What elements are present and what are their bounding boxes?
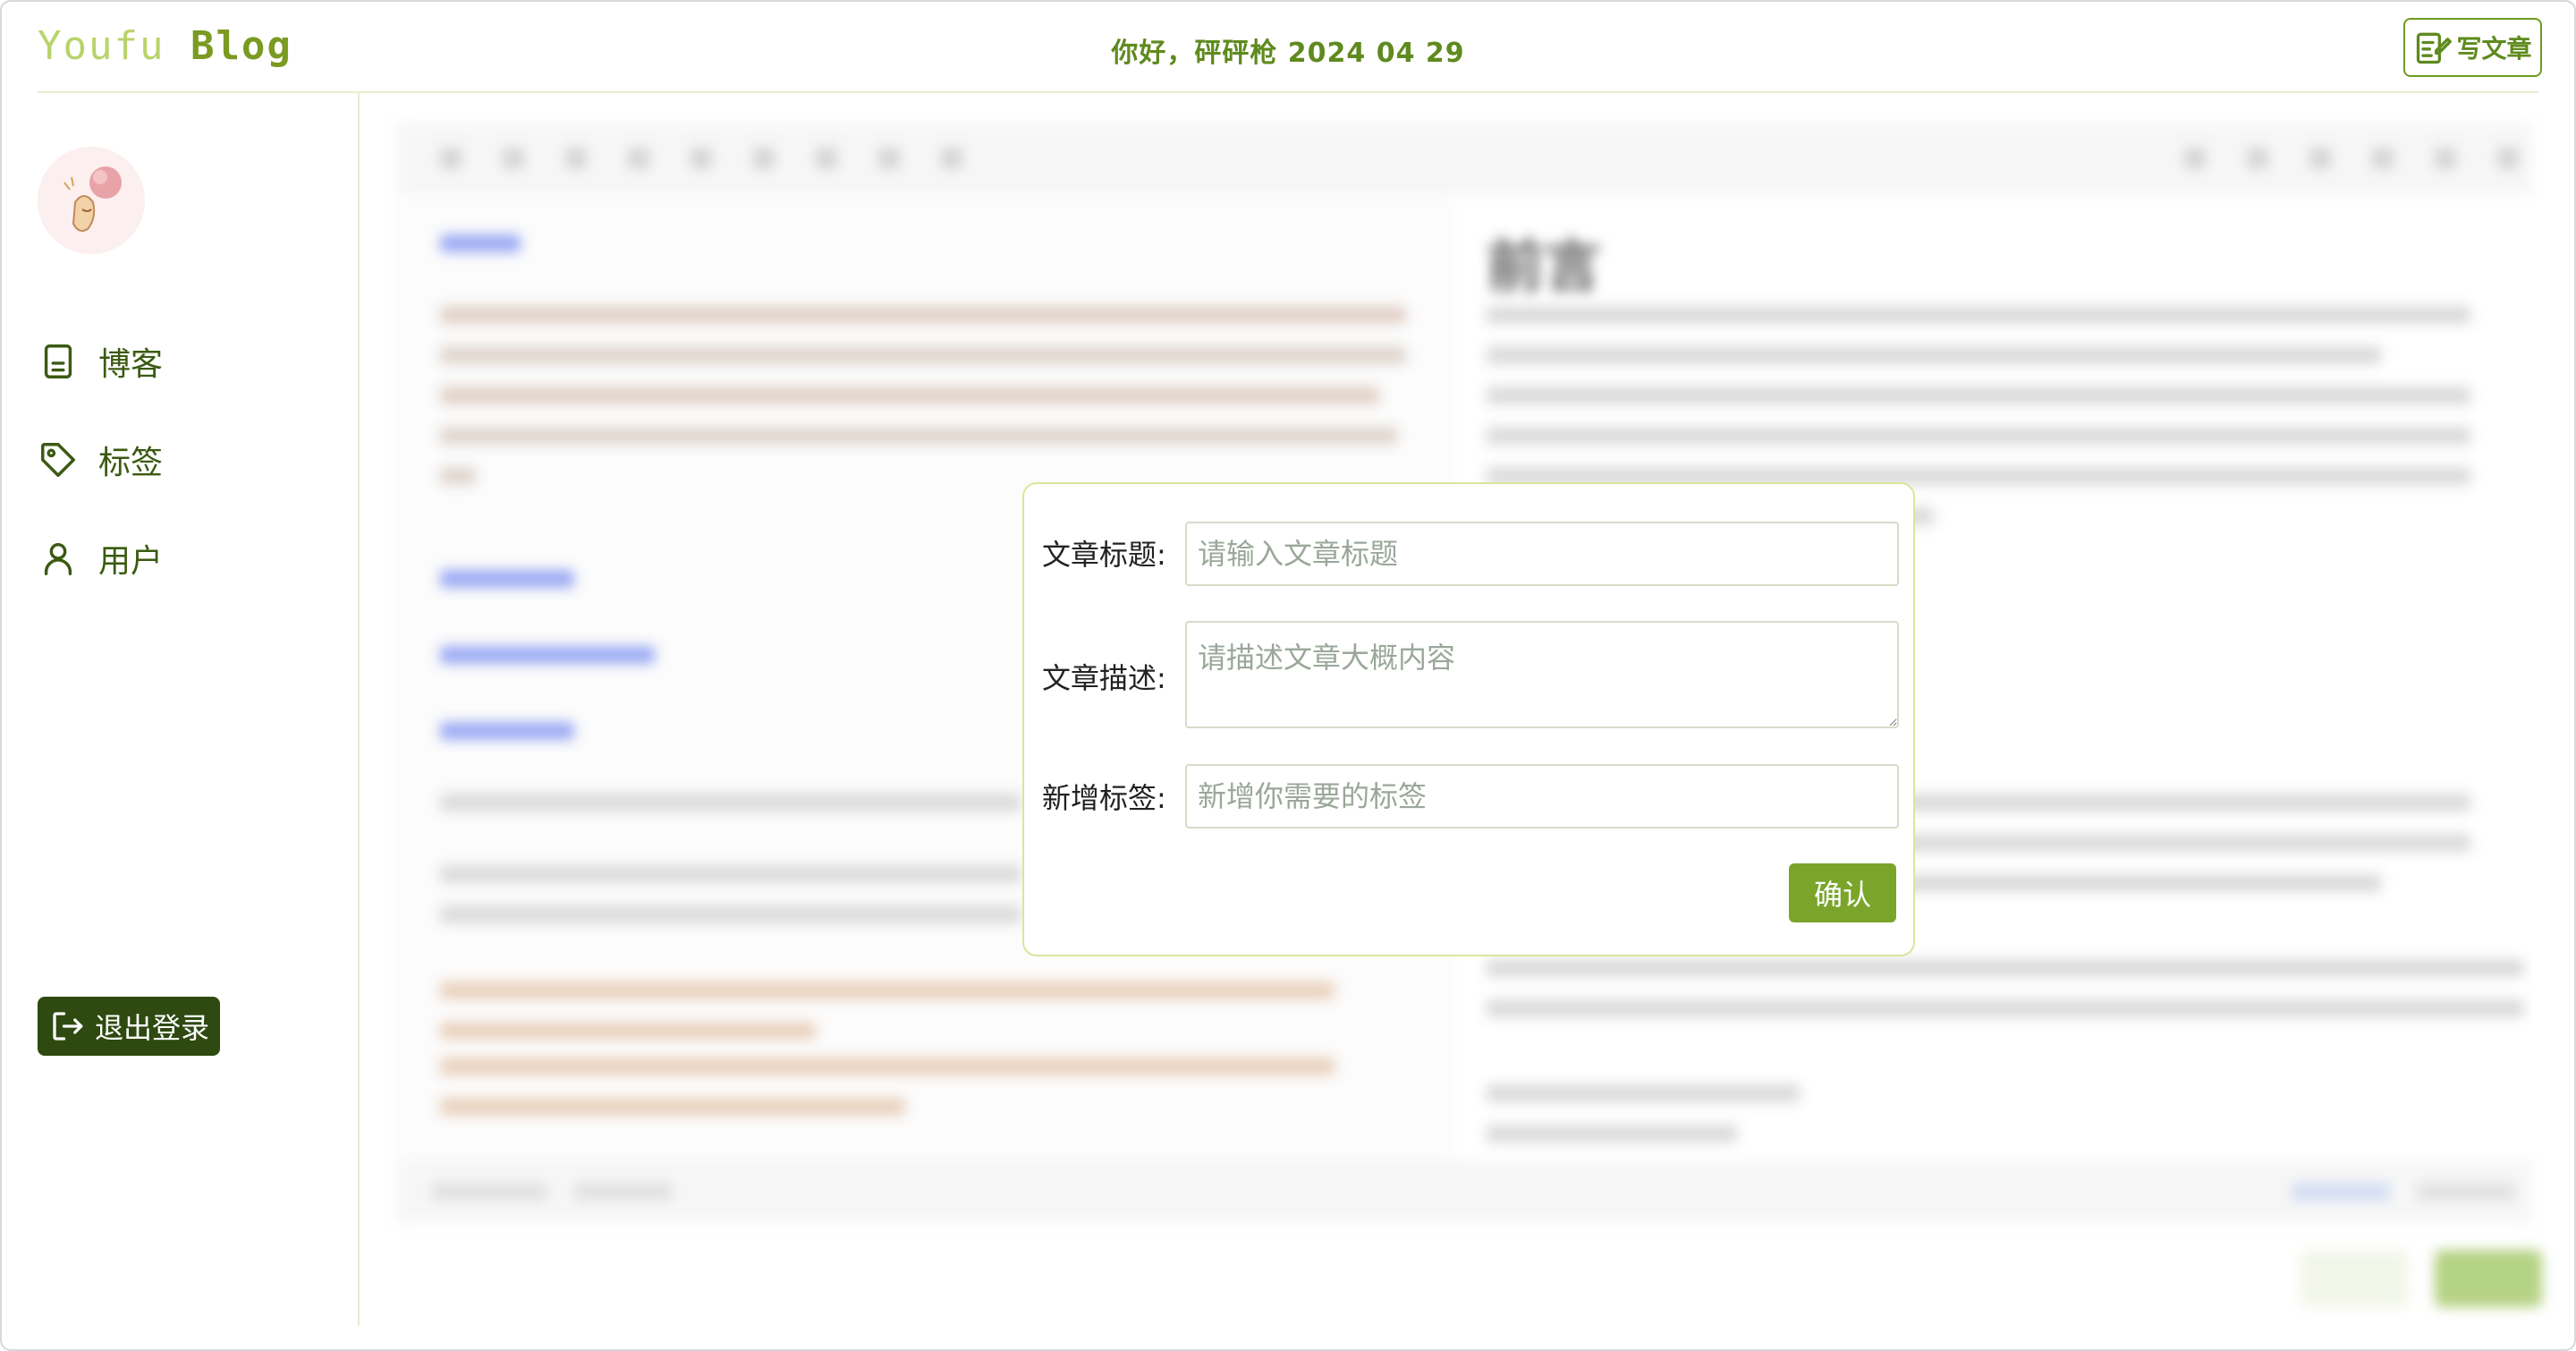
preview-heading: 前言 (1487, 234, 1601, 301)
avatar-illustration (38, 147, 145, 254)
write-article-button[interactable]: 写文章 (2403, 18, 2542, 77)
sidebar-item-label: 博客 (98, 346, 164, 383)
sidebar-item-label: 标签 (98, 445, 164, 481)
editor-submit-button (2435, 1250, 2542, 1307)
greeting-text: 你好，砰砰枪 2024 04 29 (1111, 38, 1465, 69)
article-info-modal: 文章标题: 文章描述: 新增标签: 确认 (1022, 482, 1915, 956)
sidebar-item-tags[interactable]: 标签 (38, 433, 163, 487)
header-divider (38, 91, 2538, 93)
editor-cancel-button (2301, 1250, 2408, 1307)
editor-footer (395, 1160, 2533, 1223)
tag-icon (41, 443, 75, 477)
avatar[interactable] (38, 147, 145, 254)
article-title-input[interactable] (1185, 522, 1899, 586)
tags-label: 新增标签: (1042, 781, 1166, 815)
sidebar-item-users[interactable]: 用户 (38, 531, 163, 585)
sidebar-item-label: 用户 (98, 543, 164, 580)
editor-toolbar (395, 123, 2533, 194)
edit-note-icon (2417, 32, 2453, 64)
sidebar-item-blog[interactable]: 博客 (38, 335, 163, 388)
new-tag-input[interactable] (1185, 764, 1899, 828)
confirm-button[interactable]: 确认 (1789, 863, 1896, 922)
user-icon (44, 542, 72, 575)
description-label: 文章描述: (1042, 661, 1166, 695)
title-label: 文章标题: (1042, 538, 1166, 572)
header: Youfu Blog 你好，砰砰枪 2024 04 29 写文章 (2, 2, 2574, 93)
sidebar-divider (358, 93, 360, 1326)
article-description-textarea[interactable] (1185, 621, 1899, 728)
document-icon (44, 344, 72, 378)
logout-label: 退出登录 (94, 1011, 209, 1045)
write-article-label: 写文章 (2456, 34, 2532, 64)
logout-icon (53, 1012, 83, 1041)
app-window: Youfu Blog 你好，砰砰枪 2024 04 29 写文章 博客 标签 用… (0, 0, 2576, 1351)
sidebar: 博客 标签 用户 退出登录 (2, 93, 360, 1326)
logout-button[interactable]: 退出登录 (38, 997, 220, 1056)
